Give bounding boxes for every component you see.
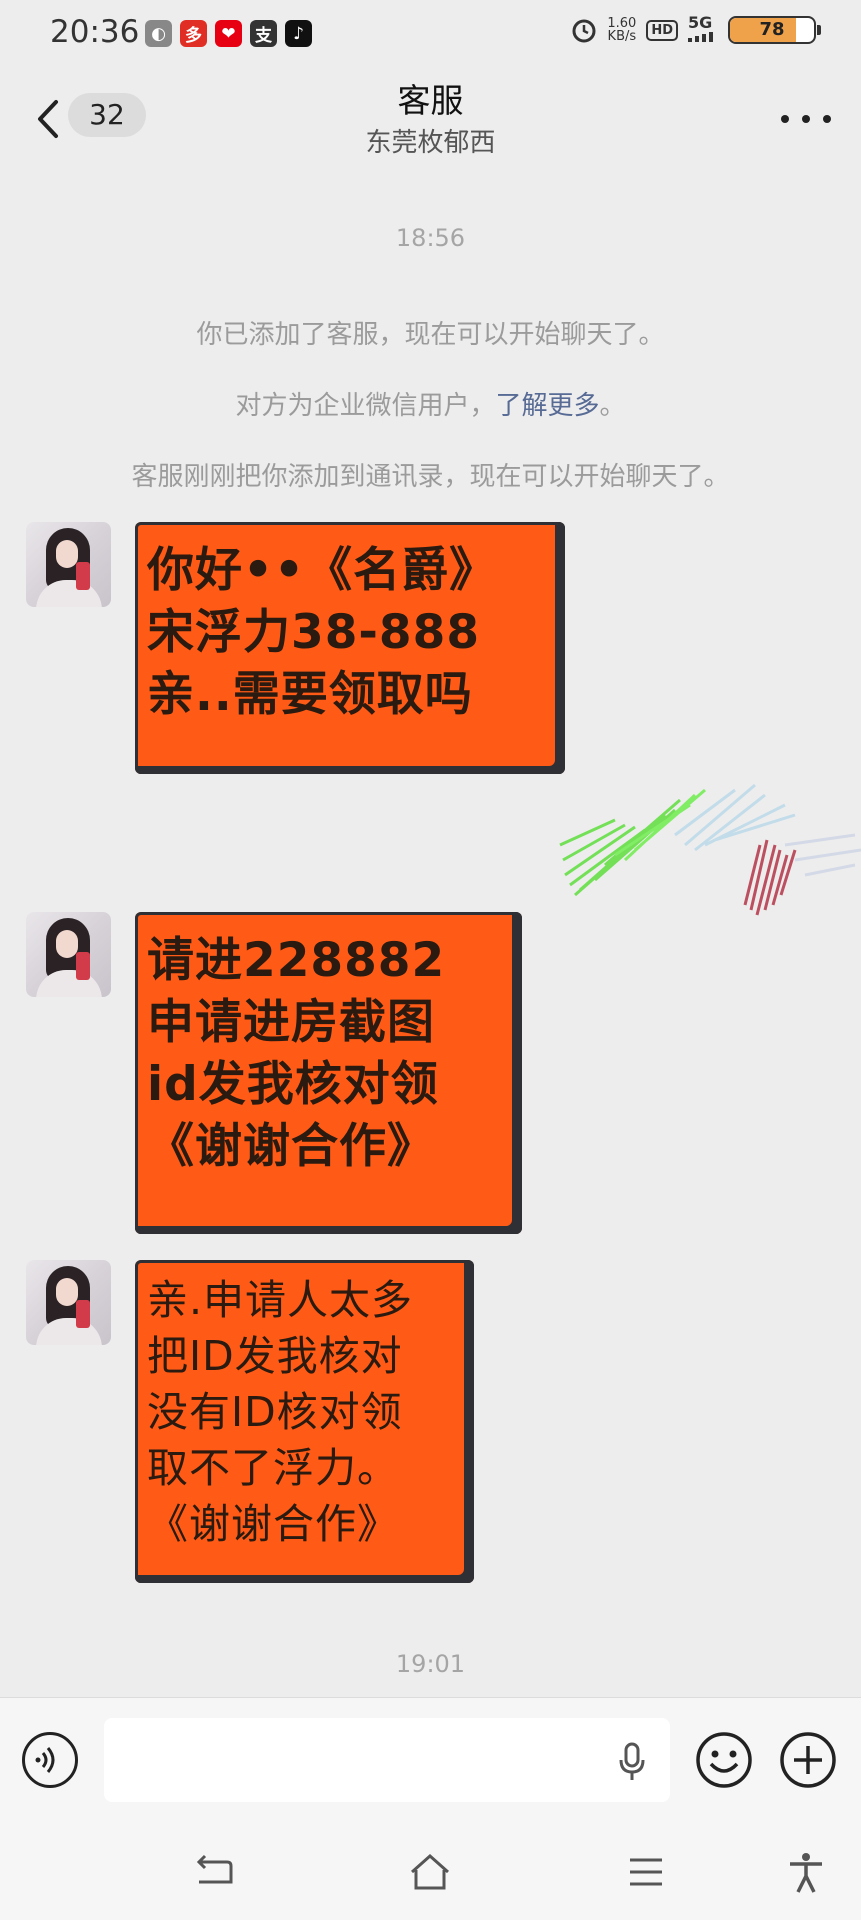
add-attachment-icon[interactable] xyxy=(778,1730,838,1790)
signal-bars-icon xyxy=(688,32,713,42)
message-line: 把ID发我核对 xyxy=(147,1332,403,1380)
battery-tip xyxy=(817,25,821,35)
message-input-field[interactable] xyxy=(104,1718,670,1802)
alipay-icon: 支 xyxy=(250,20,277,47)
chat-header: 32 客服 东莞枚郁西 xyxy=(0,66,861,170)
signal-icon: 5G xyxy=(688,13,718,44)
nav-menu-icon[interactable] xyxy=(624,1850,668,1894)
message-line: 《谢谢合作》 xyxy=(147,1119,435,1174)
app-icon-1: ◐ xyxy=(145,20,172,47)
system-message-enterprise: 对方为企业微信用户，了解更多。 xyxy=(0,385,861,422)
emoji-icon[interactable] xyxy=(694,1730,754,1790)
sender-avatar[interactable] xyxy=(26,522,111,607)
message-timestamp: 19:01 xyxy=(395,1650,466,1678)
message-timestamp: 18:56 xyxy=(395,224,466,252)
heart-app-icon: ❤ xyxy=(215,20,242,47)
battery-icon: 78 xyxy=(728,16,816,44)
system-navigation-bar xyxy=(0,1820,861,1920)
system-message-contacts: 客服刚刚把你添加到通讯录，现在可以开始聊天了。 xyxy=(131,462,730,492)
message-line: 宋浮力38-888 xyxy=(147,605,481,660)
message-line: 亲..需要领取吗 xyxy=(147,667,473,722)
microphone-icon[interactable] xyxy=(618,1742,646,1782)
sender-avatar[interactable] xyxy=(26,912,111,997)
status-app-icons: ◐ 多 ❤ 支 ♪ xyxy=(145,20,312,47)
image-message-2[interactable]: 请进228882 申请进房截图 id发我核对领 《谢谢合作》 xyxy=(135,912,522,1234)
message-line: 你好••《名爵》 xyxy=(147,543,498,598)
message-line: 申请进房截图 xyxy=(147,995,435,1050)
message-line: 取不了浮力。 xyxy=(147,1444,399,1492)
message-line: 《谢谢合作》 xyxy=(147,1500,399,1548)
status-bar: 20:36 ◐ 多 ❤ 支 ♪ 1.60 KB/s HD 5G 78 xyxy=(0,0,861,66)
sender-avatar[interactable] xyxy=(26,1260,111,1345)
message-line: id发我核对领 xyxy=(147,1057,439,1112)
voice-wave-icon xyxy=(35,1747,55,1773)
system-message-text: 对方为企业微信用户， xyxy=(235,391,496,421)
message-input-bar xyxy=(0,1697,861,1821)
network-type: 5G xyxy=(688,13,713,32)
image-message-1[interactable]: 你好••《名爵》 宋浮力38-888 亲..需要领取吗 xyxy=(135,522,565,774)
net-rate: 1.60 KB/s xyxy=(607,17,636,43)
more-options-icon[interactable] xyxy=(781,94,831,144)
chat-title: 客服 xyxy=(397,81,464,120)
chat-subtitle: 东莞枚郁西 xyxy=(365,128,496,158)
nav-back-icon[interactable] xyxy=(193,1850,237,1894)
message-line: 亲.申请人太多 xyxy=(147,1276,414,1324)
net-rate-unit: KB/s xyxy=(607,29,637,44)
status-indicators: 1.60 KB/s HD 5G 78 xyxy=(571,13,821,44)
message-line: 没有ID核对领 xyxy=(147,1388,403,1436)
accessibility-icon[interactable] xyxy=(784,1850,828,1894)
image-message-3[interactable]: 亲.申请人太多 把ID发我核对 没有ID核对领 取不了浮力。 《谢谢合作》 xyxy=(135,1260,474,1583)
learn-more-link[interactable]: 了解更多 xyxy=(495,391,599,421)
alarm-icon xyxy=(572,19,596,43)
message-line: 请进228882 xyxy=(147,933,446,988)
system-message-suffix: 。 xyxy=(599,391,626,421)
status-time: 20:36 xyxy=(50,14,140,50)
hd-icon: HD xyxy=(646,19,678,41)
tiktok-icon: ♪ xyxy=(285,20,312,47)
system-message-added: 你已添加了客服，现在可以开始聊天了。 xyxy=(196,320,665,350)
color-scribble-overlay xyxy=(559,783,861,916)
nav-home-icon[interactable] xyxy=(408,1850,452,1894)
voice-toggle-button[interactable] xyxy=(22,1732,78,1788)
battery-level: 78 xyxy=(759,19,785,40)
pinduoduo-icon: 多 xyxy=(180,20,207,47)
